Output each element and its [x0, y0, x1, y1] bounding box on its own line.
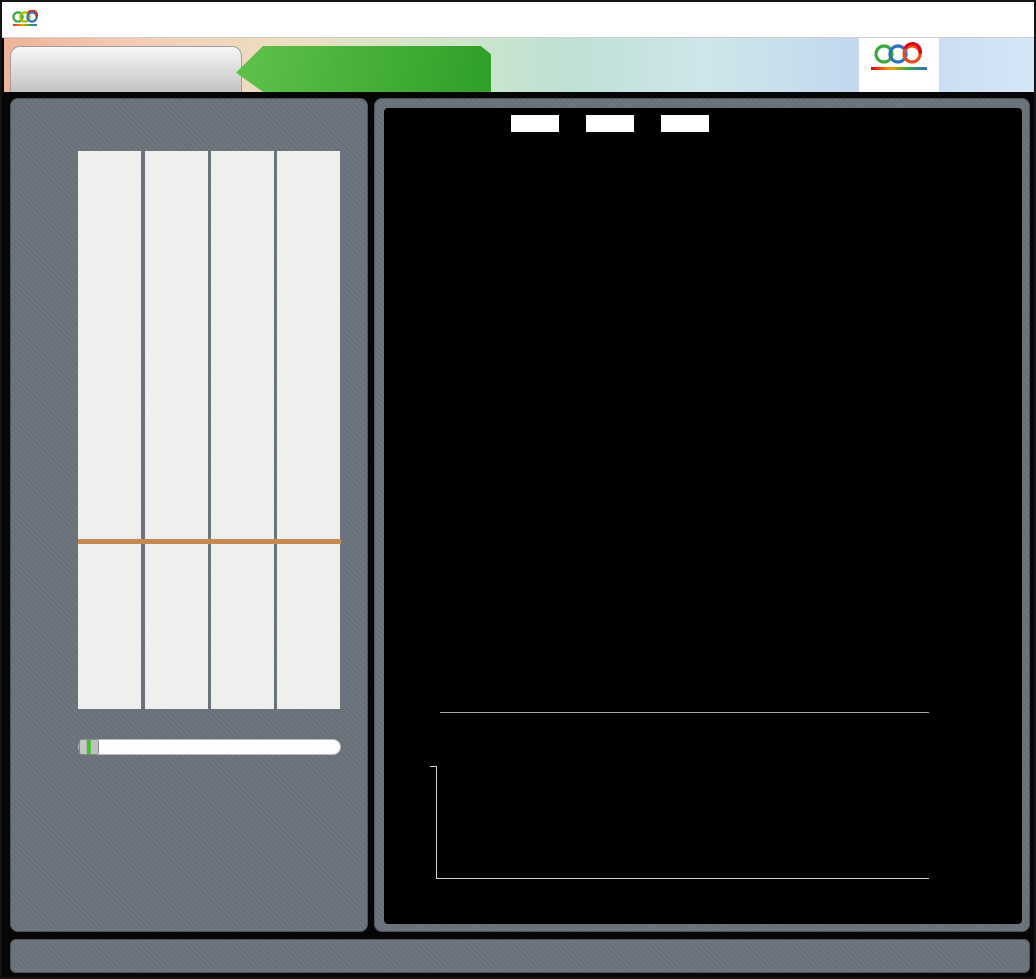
channel-b-key — [642, 115, 659, 132]
volume-status — [23, 948, 28, 965]
close-button[interactable] — [992, 2, 1026, 37]
frequency-axis-line — [440, 712, 929, 713]
tab-strip — [4, 38, 1036, 92]
power-curve — [440, 756, 928, 878]
channel-r-key — [492, 115, 509, 132]
app-window — [0, 0, 1036, 979]
channel-r-readout[interactable] — [492, 115, 559, 132]
title-bar — [2, 2, 1034, 38]
trace-band2-canvas[interactable] — [211, 151, 274, 709]
splits-status — [1012, 948, 1017, 965]
trace-band1-canvas[interactable] — [145, 151, 208, 709]
power-y-axis — [436, 766, 437, 879]
status-bar — [10, 939, 1030, 973]
channel-g-key — [567, 115, 584, 132]
channel-b-readout[interactable] — [642, 115, 709, 132]
channel-g-value[interactable] — [586, 115, 634, 132]
spectrogram-panel — [374, 98, 1030, 932]
channel-b-value[interactable] — [661, 115, 709, 132]
power-spectrum-plot[interactable] — [440, 756, 928, 878]
power-x-axis — [436, 878, 929, 879]
crossline-slider[interactable] — [78, 739, 341, 755]
minimize-button[interactable] — [886, 2, 920, 37]
trace-band3-canvas[interactable] — [277, 151, 340, 709]
trace-slice-canvas[interactable] — [78, 151, 141, 709]
time-marker-line[interactable] — [78, 539, 341, 544]
power-y-axis-cap — [430, 766, 437, 767]
crossline-slider-handle[interactable] — [79, 739, 99, 755]
spectrogram[interactable] — [440, 150, 928, 712]
channel-r-value[interactable] — [511, 115, 559, 132]
geoteric-app-icon — [12, 10, 40, 33]
maximize-button[interactable] — [940, 2, 974, 37]
geoteric-logo — [859, 38, 939, 92]
spectrogram-plot-area — [384, 108, 1022, 924]
trace-panel — [10, 98, 368, 932]
spectrogram-canvas[interactable] — [440, 150, 928, 712]
tab-slice-spectrogram[interactable] — [10, 46, 242, 92]
channel-g-readout[interactable] — [567, 115, 634, 132]
tab-hdfd-trace-spectrogram[interactable] — [236, 46, 491, 92]
